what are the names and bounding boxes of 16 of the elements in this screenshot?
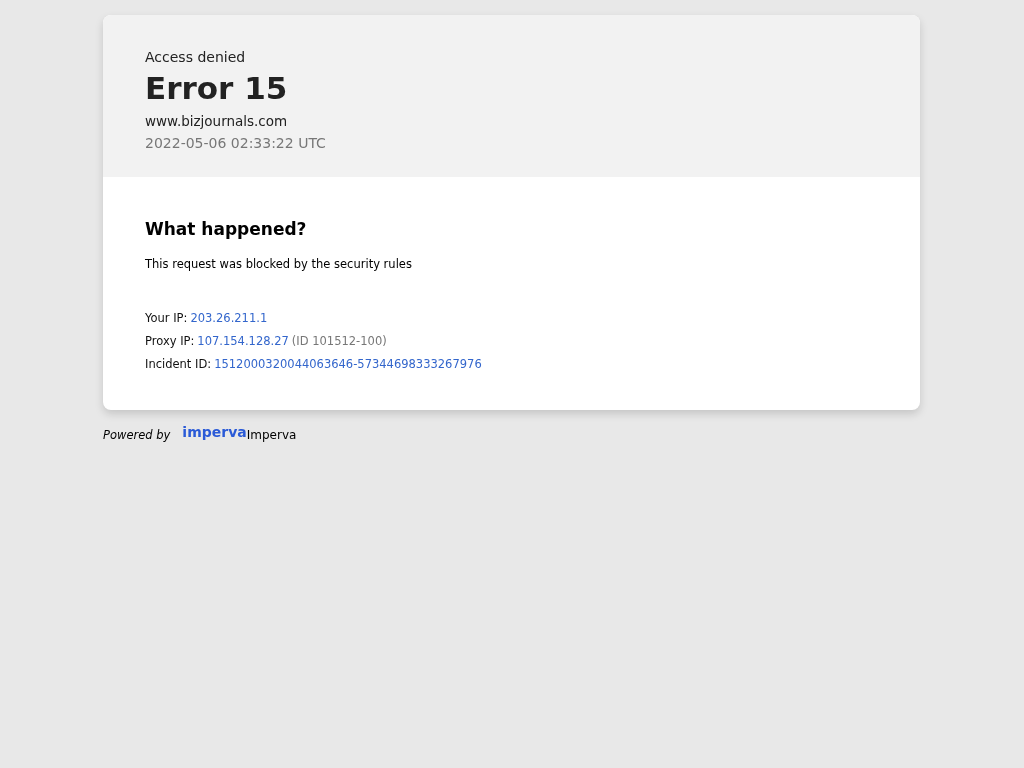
block-message: This request was blocked by the security rules	[145, 257, 413, 272]
timestamp: 2022-05-06 02:33:22 UTC	[145, 135, 327, 152]
detail-label: Proxy IP:	[145, 334, 195, 349]
error-title: Error 15	[145, 71, 289, 106]
host-name: www.bizjournals.com	[145, 113, 289, 130]
page-subtitle: Access denied	[145, 49, 247, 65]
detail-label: Your IP:	[145, 311, 188, 326]
brand-logo: imperva	[182, 424, 247, 441]
detail-value: 203.26.211.1	[190, 311, 268, 326]
brand-name: Imperva	[246, 428, 297, 443]
detail-note: (ID 101512-100)	[291, 334, 387, 349]
detail-value: 1512000320044063646-57344698333267976	[214, 357, 482, 372]
detail-label: Incident ID:	[145, 357, 212, 372]
section-heading: What happened?	[145, 219, 308, 240]
powered-by-label: Powered by	[103, 428, 171, 443]
detail-value: 107.154.128.27	[197, 334, 289, 349]
